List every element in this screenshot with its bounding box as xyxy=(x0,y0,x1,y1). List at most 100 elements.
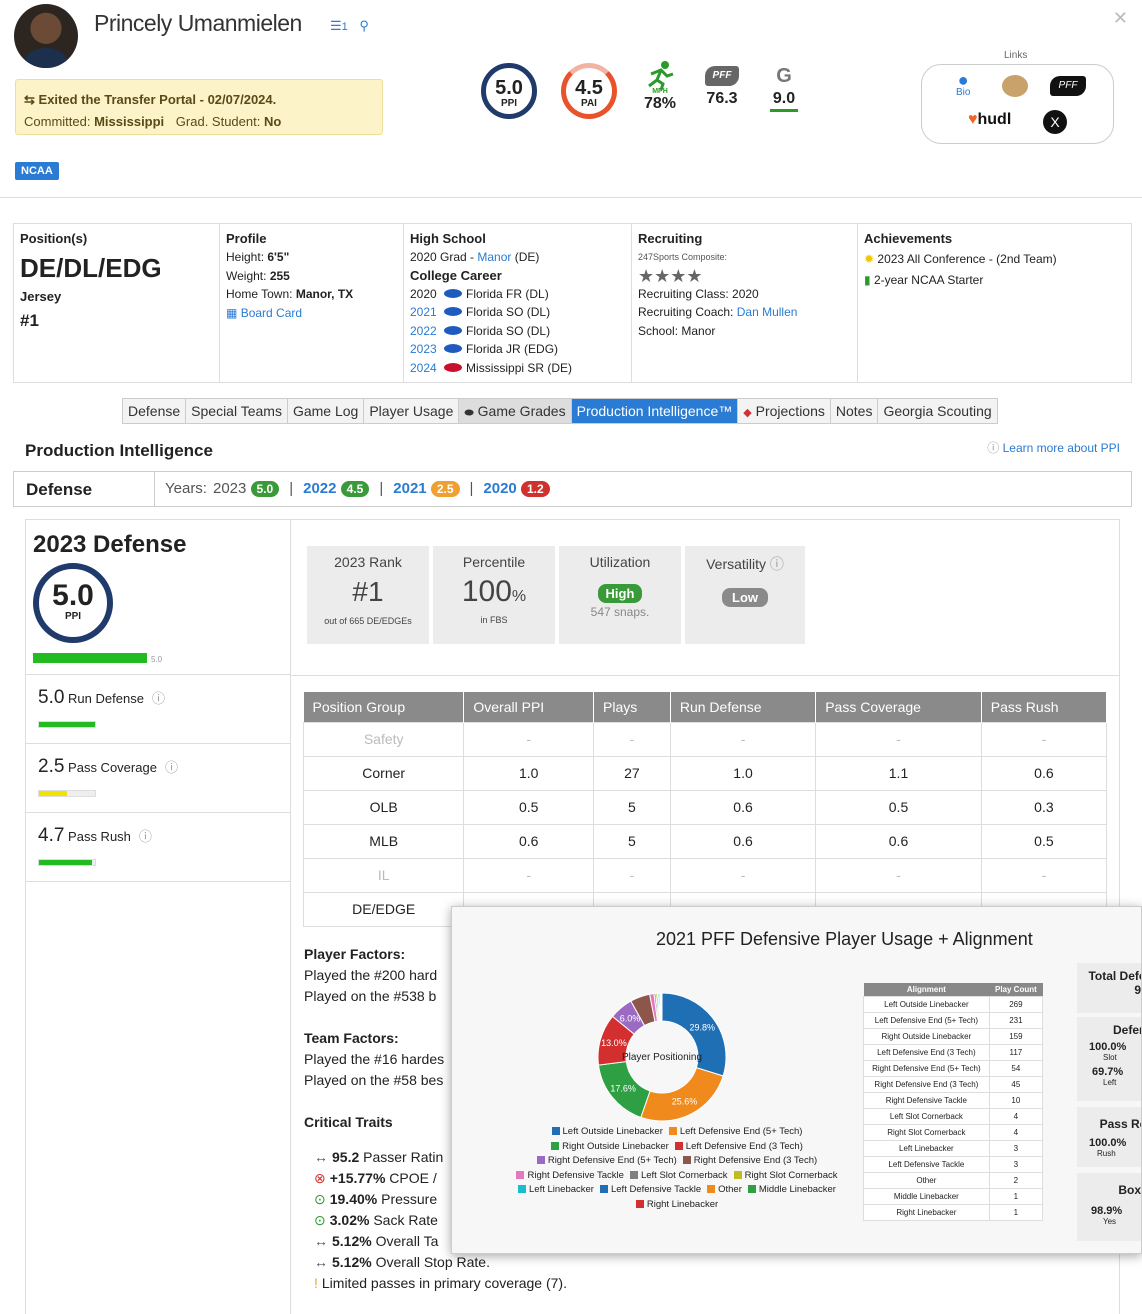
hs-school-link[interactable]: Manor xyxy=(477,250,511,264)
donut-slice[interactable] xyxy=(661,992,727,1077)
hudl-link[interactable]: ♥hudl xyxy=(968,111,1011,129)
trait-icon: ↔ xyxy=(314,1254,328,1270)
tab-defense[interactable]: Defense xyxy=(123,399,187,423)
info-icon[interactable]: ⓘ xyxy=(165,760,178,775)
pff-link-icon[interactable]: PFF xyxy=(1050,76,1086,96)
legend-label: Left Linebacker xyxy=(529,1184,594,1195)
ppi-badge[interactable]: 5.0 PPI xyxy=(481,63,537,119)
table-row: IL - - - - - xyxy=(302,857,1108,893)
trait-icon: ⊙ xyxy=(314,1191,326,1207)
table-cell: 0.6 xyxy=(463,823,595,859)
mph-stat[interactable]: MPH 78% xyxy=(638,60,682,113)
coach-label: Recruiting Coach: xyxy=(638,305,734,319)
tab-game-log[interactable]: Game Log xyxy=(288,399,365,423)
donut-slice[interactable] xyxy=(640,1067,724,1122)
pff-stat[interactable]: PFF 76.3 xyxy=(700,66,744,108)
bio-link[interactable]: ● Bio xyxy=(956,69,970,98)
column-header[interactable]: Overall PPI xyxy=(463,692,595,722)
legend-item[interactable]: Other xyxy=(707,1184,742,1195)
utilization-badge: High xyxy=(597,584,643,603)
alignment-table: Alignment Play Count Left Outside Linebac… xyxy=(863,983,1044,1221)
career-year[interactable]: 2022 xyxy=(410,324,437,338)
trait-icon: ⊙ xyxy=(314,1212,326,1228)
committed-value: Mississippi xyxy=(94,114,165,129)
learn-more-link[interactable]: ⓘ Learn more about PPI xyxy=(987,439,1120,456)
header-divider xyxy=(0,197,1142,198)
position-group-cell: DE/EDGE xyxy=(302,891,465,927)
legend-item[interactable]: Right Outside Linebacker xyxy=(551,1141,669,1152)
legend-label: Other xyxy=(718,1184,742,1195)
coach-link[interactable]: Dan Mullen xyxy=(737,305,798,319)
recruiting-logo-icon[interactable] xyxy=(1002,75,1028,97)
legend-swatch xyxy=(516,1170,525,1179)
year-label: 2022 xyxy=(303,480,337,497)
alignment-name: Middle Linebacker xyxy=(863,1188,990,1205)
column-header[interactable]: Position Group xyxy=(303,692,465,722)
team-logo-icon xyxy=(444,288,463,298)
tab-production-intelligence[interactable]: Production Intelligence™ xyxy=(571,399,739,423)
weight-label: Weight: xyxy=(226,268,267,283)
trait-value: +15.77% xyxy=(329,1170,386,1186)
usage-alignment-popup[interactable]: 2021 PFF Defensive Player Usage + Alignm… xyxy=(451,906,1142,1254)
year-2022[interactable]: 2022 4.5 xyxy=(303,480,370,497)
column-header[interactable]: Plays xyxy=(593,692,671,722)
player-avatar xyxy=(14,4,78,68)
legend-item[interactable]: Right Slot Cornerback xyxy=(733,1170,838,1181)
search-icon[interactable]: ⚲ xyxy=(359,18,369,33)
column-header[interactable]: Run Defense xyxy=(670,692,817,722)
legend-item[interactable]: Left Defensive End (5+ Tech) xyxy=(668,1126,802,1137)
jersey-value: #1 xyxy=(20,311,39,330)
pff-small-icon: ⬬ xyxy=(464,407,474,419)
pai-badge[interactable]: 4.5 PAI xyxy=(561,63,617,119)
table-cell: 5 xyxy=(593,789,671,825)
alignment-row: Right Defensive End (3 Tech) 45 xyxy=(863,1076,1044,1093)
alignment-row: Right Linebacker 1 xyxy=(863,1204,1044,1221)
rank-sub: out of 665 DE/EDGEs xyxy=(324,616,412,626)
x-twitter-icon[interactable]: X xyxy=(1043,110,1067,134)
legend-item[interactable]: Left Linebacker xyxy=(518,1184,594,1195)
legend-item[interactable]: Right Defensive Tackle xyxy=(516,1170,624,1181)
table-cell: - xyxy=(669,721,817,757)
column-header[interactable]: Pass Rush xyxy=(981,692,1108,722)
tab-label: Projections xyxy=(755,403,825,419)
column-header[interactable]: Pass Coverage xyxy=(815,692,982,722)
info-icon[interactable]: ⓘ xyxy=(139,829,152,844)
tab-projections[interactable]: ◆ Projections xyxy=(738,399,831,423)
legend-label: Right Outside Linebacker xyxy=(562,1140,669,1152)
legend-item[interactable]: Left Slot Cornerback xyxy=(629,1170,728,1181)
alignment-row: Left Defensive Tackle 3 xyxy=(863,1156,1044,1173)
career-year[interactable]: 2023 xyxy=(410,342,437,356)
year-2021[interactable]: 2021 2.5 xyxy=(393,480,460,497)
bio-label: Bio xyxy=(956,87,971,98)
close-icon[interactable]: ✕ xyxy=(1113,8,1128,29)
table-cell: 27 xyxy=(593,755,671,791)
tab-notes[interactable]: Notes xyxy=(831,399,879,423)
legend-item[interactable]: Middle Linebacker xyxy=(747,1184,836,1195)
tab-game-grades[interactable]: ⬬ Game Grades xyxy=(459,399,572,423)
career-year[interactable]: 2021 xyxy=(410,305,437,319)
tab-player-usage[interactable]: Player Usage xyxy=(364,399,460,423)
career-year[interactable]: 2024 xyxy=(410,361,437,375)
legend-item[interactable]: Left Defensive End (3 Tech) xyxy=(674,1141,803,1152)
legend-swatch xyxy=(707,1185,716,1193)
alignment-name: Right Slot Cornerback xyxy=(863,1124,990,1141)
list-icon[interactable]: ☰ xyxy=(330,18,342,33)
nfl-icon: ◆ xyxy=(743,407,752,419)
grade-underline xyxy=(770,109,798,112)
recruiting-class: Recruiting Class: 2020 xyxy=(638,286,759,301)
legend-item[interactable]: Left Defensive Tackle xyxy=(599,1184,701,1195)
hs-row: 2020 Grad - Manor (DE) xyxy=(410,248,625,267)
legend-item[interactable]: Right Defensive End (5+ Tech) xyxy=(536,1155,677,1166)
tab-georgia-scouting[interactable]: Georgia Scouting xyxy=(878,399,996,423)
legend-item[interactable]: Right Linebacker xyxy=(635,1199,718,1210)
legend-item[interactable]: Left Outside Linebacker xyxy=(551,1126,663,1137)
position-value: DE/DL/EDG xyxy=(20,253,162,283)
year-2020[interactable]: 2020 1.2 xyxy=(483,480,550,497)
years-row: Years: 2023 5.0 | 2022 4.5 | 2021 2.5 | 2020 1… xyxy=(165,480,550,497)
georgia-grade-stat[interactable]: G 9.0 xyxy=(764,66,804,112)
info-icon[interactable]: ⓘ xyxy=(770,556,784,572)
info-icon[interactable]: ⓘ xyxy=(152,691,165,706)
board-card-link[interactable]: ▦ Board Card xyxy=(226,304,397,323)
legend-item[interactable]: Right Defensive End (3 Tech) xyxy=(682,1155,817,1166)
tab-special-teams[interactable]: Special Teams xyxy=(186,399,288,423)
